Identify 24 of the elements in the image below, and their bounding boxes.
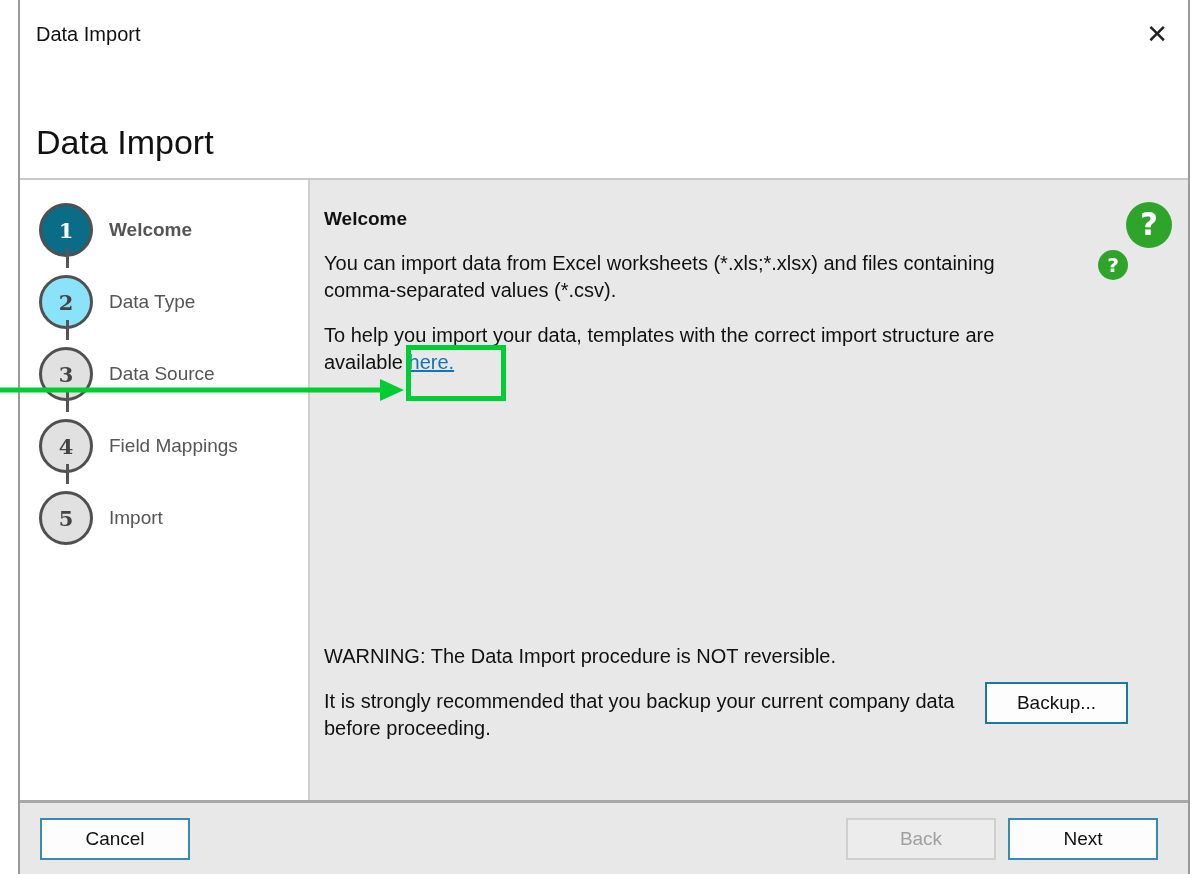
window-title: Data Import xyxy=(36,22,141,46)
step-connector xyxy=(66,392,69,412)
step-label: Data Type xyxy=(109,291,196,313)
close-button[interactable]: ✕ xyxy=(1140,19,1174,49)
page-title: Data Import xyxy=(36,123,214,162)
step-number: 4 xyxy=(39,419,93,473)
section-heading: Welcome xyxy=(324,208,408,230)
step-label: Field Mappings xyxy=(109,435,238,457)
backup-button[interactable]: Backup... xyxy=(985,682,1128,724)
recommendation-text: It is strongly recommended that you backup your current company data before proceeding. xyxy=(324,689,956,741)
next-button[interactable]: Next xyxy=(1008,817,1158,860)
step-connector xyxy=(66,248,69,268)
step-number: 1 xyxy=(39,203,93,257)
step-label: Welcome xyxy=(109,219,193,241)
step-connector xyxy=(66,320,69,340)
intro-text: You can import data from Excel worksheets (*.xls;*.xlsx) and files containing comma-separated values (*.csv). xyxy=(324,251,996,303)
cancel-button[interactable]: Cancel xyxy=(40,817,190,860)
step-label: Import xyxy=(109,507,163,529)
step-number: 3 xyxy=(39,347,93,401)
warning-text: WARNING: The Data Import procedure is NOT reversible. xyxy=(324,644,837,669)
step-number: 2 xyxy=(39,275,93,329)
step-number: 5 xyxy=(39,491,93,545)
step-label: Data Source xyxy=(109,363,215,385)
step-connector xyxy=(66,464,69,484)
